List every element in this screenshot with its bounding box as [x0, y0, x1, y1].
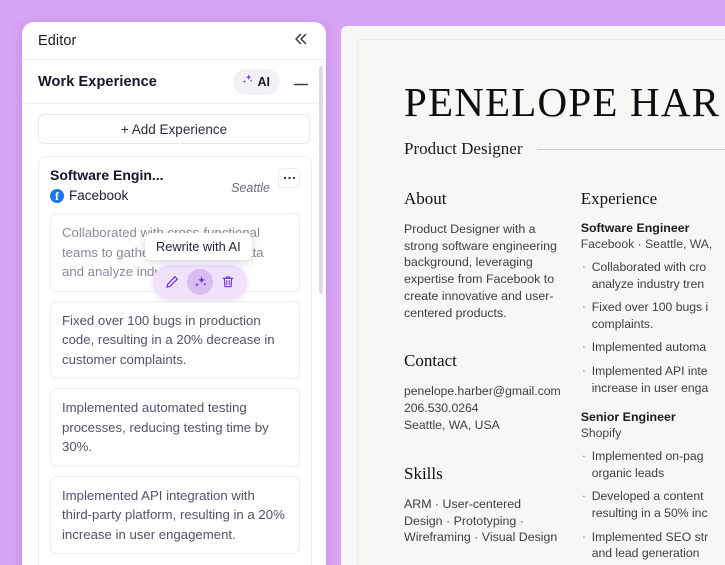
- achievement-action-bar: [153, 265, 247, 299]
- pencil-icon[interactable]: [159, 269, 185, 295]
- skills-text: ARM · User-centered Design · Prototyping…: [404, 496, 558, 545]
- editor-panel: Editor Work Experience AI + Add Experien…: [22, 22, 326, 565]
- resume-left-column: About Product Designer with a strong sof…: [404, 189, 581, 565]
- achievement-item[interactable]: Implemented API integration with third-p…: [50, 475, 300, 555]
- sparkles-icon: [241, 73, 254, 91]
- job-bullet: Implemented on-pag organic leads: [581, 447, 725, 481]
- experience-role[interactable]: Software Engin...: [50, 167, 231, 183]
- resume-columns: About Product Designer with a strong sof…: [404, 189, 725, 565]
- job-bullet: Fixed over 100 bugs i complaints.: [581, 298, 725, 332]
- chevron-double-left-icon[interactable]: [290, 30, 312, 51]
- job-bullet: Implemented API inte increase in user en…: [581, 362, 725, 396]
- resume-role-row: Product Designer: [404, 139, 725, 159]
- editor-scrollbar-thumb[interactable]: [319, 66, 323, 294]
- achievement-item[interactable]: Fixed over 100 bugs in production code, …: [50, 300, 300, 380]
- divider: [536, 148, 725, 150]
- section-title: Work Experience: [38, 73, 157, 90]
- job-bullet: Developed a content resulting in a 50% i…: [581, 487, 725, 521]
- experience-card: Software Engin... f Facebook Seattle Col…: [38, 156, 312, 565]
- collapse-section-button[interactable]: [290, 73, 312, 90]
- resume-name: PENELOPE HAR: [404, 79, 721, 125]
- experience-company: f Facebook: [50, 188, 231, 203]
- job-title: Senior Engineer: [580, 410, 676, 425]
- achievement-item[interactable]: Implemented automated testing processes,…: [50, 388, 300, 467]
- contact-email: penelope.harber@gmail.com: [404, 384, 561, 399]
- job-bullets: Collaborated with cro analyze industry t…: [581, 258, 725, 396]
- trash-icon[interactable]: [215, 269, 241, 295]
- job-bullet: Implemented SEO str and lead generation: [581, 528, 725, 562]
- experience-card-header: Software Engin... f Facebook Seattle: [50, 167, 300, 203]
- resume-job: Senior Engineer Shopify Implemented on-p…: [581, 410, 725, 565]
- add-experience-button[interactable]: + Add Experience: [38, 114, 310, 144]
- contact-phone: 206.530.0264: [404, 401, 479, 416]
- resume-right-column: Experience Software Engineer Facebook · …: [581, 189, 725, 565]
- work-experience-body: + Add Experience Software Engin... f Fac…: [22, 104, 326, 565]
- experience-heading: Experience: [580, 189, 658, 208]
- resume-preview-panel: PENELOPE HAR Product Designer About Prod…: [341, 26, 725, 565]
- contact-block: penelope.harber@gmail.com 206.530.0264 S…: [404, 383, 561, 433]
- about-text: Product Designer with a strong software …: [404, 222, 557, 320]
- job-meta: Shopify: [580, 426, 622, 441]
- ai-badge-button[interactable]: AI: [232, 68, 280, 95]
- experience-location: Seattle: [231, 181, 270, 195]
- experience-identity: Software Engin... f Facebook: [50, 167, 231, 203]
- skills-heading: Skills: [404, 463, 443, 483]
- contact-heading: Contact: [404, 351, 457, 371]
- about-heading: About: [404, 189, 447, 208]
- contact-location: Seattle, WA, USA: [404, 418, 500, 433]
- sparkles-icon[interactable]: [187, 269, 213, 295]
- app-root: Editor Work Experience AI + Add Experien…: [0, 0, 725, 565]
- job-bullet: Implemented automa: [581, 338, 725, 356]
- ellipsis-icon[interactable]: [278, 168, 300, 188]
- job-bullet: Collaborated with cro analyze industry t…: [581, 258, 725, 292]
- job-meta: Facebook · Seattle, WA,: [580, 237, 713, 251]
- resume-job: Software Engineer Facebook · Seattle, WA…: [581, 221, 725, 396]
- job-title: Software Engineer: [580, 221, 690, 235]
- rewrite-with-ai-tooltip: Rewrite with AI: [145, 233, 252, 260]
- work-experience-section-header: Work Experience AI: [22, 60, 326, 104]
- job-bullets: Implemented on-pag organic leads Develop…: [581, 447, 725, 565]
- experience-company-name: Facebook: [69, 188, 129, 203]
- editor-title: Editor: [38, 32, 77, 49]
- ai-badge-label: AI: [257, 74, 271, 89]
- resume-role: Product Designer: [404, 139, 523, 158]
- facebook-icon: f: [50, 188, 64, 203]
- resume-document: PENELOPE HAR Product Designer About Prod…: [358, 40, 725, 565]
- editor-header: Editor: [22, 22, 326, 60]
